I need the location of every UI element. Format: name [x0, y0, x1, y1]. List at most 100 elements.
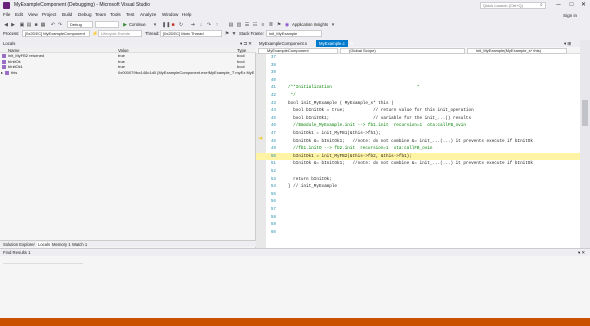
- scrollbar-thumb[interactable]: [582, 100, 588, 126]
- code-line[interactable]: 41 /**Initialization *: [256, 84, 580, 92]
- code-line[interactable]: 54} // init_MyExample: [256, 183, 580, 191]
- code-line[interactable]: 49 //fb1.initO --> fb2.init recursion=1 …: [256, 145, 580, 153]
- locals-header: Locals ▾ ⊐ ✕: [0, 40, 256, 47]
- code-line[interactable]: 52: [256, 168, 580, 176]
- save-icon[interactable]: ■: [33, 22, 39, 28]
- toolbar-icon[interactable]: ▤: [228, 22, 234, 28]
- menu-team[interactable]: Team: [95, 12, 106, 17]
- uncomment-icon[interactable]: ≣: [268, 22, 274, 28]
- filter-icon[interactable]: ▼: [231, 31, 237, 37]
- show-next-statement-icon[interactable]: ➔: [190, 22, 196, 28]
- platform-dropdown[interactable]: [95, 21, 119, 28]
- continue-button[interactable]: Continue: [129, 20, 146, 29]
- expand-icon[interactable]: ▸: [1, 70, 3, 75]
- toolbar-icon-2[interactable]: ▥: [236, 22, 242, 28]
- menu-window[interactable]: Window: [162, 12, 178, 17]
- configuration-dropdown[interactable]: Debug: [67, 21, 93, 28]
- menu-test[interactable]: Test: [126, 12, 134, 17]
- tab-memory-1[interactable]: Memory 1: [52, 242, 71, 247]
- vertical-scrollbar[interactable]: [580, 40, 590, 248]
- flag-icon[interactable]: ⚑: [224, 31, 230, 37]
- code-line[interactable]: 46 //$module_MyExample.init --> fb1.init…: [256, 122, 580, 130]
- menu-analyze[interactable]: Analyze: [140, 12, 156, 17]
- code-line[interactable]: 39: [256, 69, 580, 77]
- code-line[interactable]: 45 bool bInitOk1; // variable for the in…: [256, 115, 580, 123]
- code-editor[interactable]: 37 38 39 40 41/**Initialization * 42 */43 bool…: [256, 54, 580, 248]
- comment-icon[interactable]: ≡: [260, 22, 266, 28]
- dropdown-icon[interactable]: ▾: [152, 22, 158, 28]
- step-over-icon[interactable]: ↷: [206, 22, 212, 28]
- code-line[interactable]: 56: [256, 198, 580, 206]
- locals-row[interactable]: ▸ this 0x000079fcc148c1d0 {MyExampleComp…: [0, 70, 256, 76]
- stop-icon[interactable]: ■: [170, 22, 176, 28]
- menu-file[interactable]: File: [3, 12, 10, 17]
- menu-tools[interactable]: Tools: [110, 12, 121, 17]
- redo-icon[interactable]: ↷: [57, 22, 63, 28]
- toolbar-icon-4[interactable]: ☷: [252, 22, 258, 28]
- menu-build[interactable]: Build: [62, 12, 72, 17]
- menu-help[interactable]: Help: [182, 12, 191, 17]
- undo-icon[interactable]: ↶: [50, 22, 56, 28]
- code-line[interactable]: 43 bool init_MyExample ( MyExample_s* thi…: [256, 100, 580, 108]
- tab-solution-explorer[interactable]: Solution Explorer: [3, 242, 35, 247]
- code-line[interactable]: 55: [256, 191, 580, 199]
- dropdown-icon-2[interactable]: ▾: [330, 22, 336, 28]
- code-line[interactable]: 53 return bInitOk;: [256, 176, 580, 184]
- variable-icon: [5, 70, 9, 75]
- break-all-icon[interactable]: ❚❚: [162, 22, 170, 28]
- step-into-icon[interactable]: ↓: [198, 22, 204, 28]
- code-line[interactable]: 59: [256, 221, 580, 229]
- menu-debug[interactable]: Debug: [78, 12, 92, 17]
- bookmark-icon[interactable]: ⚑: [276, 22, 282, 28]
- tab-locals[interactable]: Locals: [37, 242, 52, 247]
- continue-icon[interactable]: ▶: [122, 22, 128, 28]
- save-all-icon[interactable]: ▦: [40, 22, 46, 28]
- code-line[interactable]: 44 bool bInitOk = true; // return value …: [256, 107, 580, 115]
- sign-in-link[interactable]: Sign in: [563, 13, 577, 18]
- thread-dropdown[interactable]: [0x2DEC] Main Thread: [160, 30, 222, 37]
- title-bar: MyExampleComponent (Debugging) - Microso…: [0, 0, 590, 11]
- app-insights-icon[interactable]: ◉: [284, 22, 290, 28]
- column-type[interactable]: Type: [237, 48, 246, 53]
- open-icon[interactable]: ▤: [26, 22, 32, 28]
- maximize-button[interactable]: □: [566, 1, 577, 10]
- code-line[interactable]: 47 bInitOk1 = init_MyFB1(&this->fb1);: [256, 130, 580, 138]
- column-value[interactable]: Value: [118, 48, 129, 53]
- scope-dropdown[interactable]: (Global Scope): [340, 47, 465, 54]
- step-out-icon[interactable]: ↑: [214, 22, 220, 28]
- code-line[interactable]: 42 */: [256, 92, 580, 100]
- column-name[interactable]: Name: [8, 48, 19, 53]
- toolbar-icon-3[interactable]: ☰: [244, 22, 250, 28]
- menu-edit[interactable]: Edit: [15, 12, 23, 17]
- code-line[interactable]: 38: [256, 62, 580, 70]
- stack-frame-dropdown[interactable]: init_MyExample: [266, 30, 322, 37]
- lifecycle-events-dropdown[interactable]: Lifecycle Events: [98, 30, 142, 37]
- project-dropdown[interactable]: MyExampleComponent: [258, 47, 338, 54]
- tab-myexamplecomponent-s[interactable]: MyExampleComponent.s: [256, 40, 310, 47]
- close-button[interactable]: ✕: [578, 1, 589, 10]
- code-line[interactable]: 60: [256, 229, 580, 237]
- tab-watch-1[interactable]: Watch 1: [72, 242, 87, 247]
- code-line[interactable]: 40: [256, 77, 580, 85]
- code-line[interactable]: 48 bInitOk &= bInitOk1; //note: do not c…: [256, 138, 580, 146]
- locals-panel: Locals ▾ ⊐ ✕ Name Value Type init_MyFB2 …: [0, 40, 256, 248]
- code-line[interactable]: 50 bInitOk1 = init_MyFB2(&this->fb2, &th…: [256, 152, 580, 161]
- process-dropdown[interactable]: [0x2DEC] MyExampleComponent: [22, 30, 90, 37]
- tab-myexample-c[interactable]: MyExample.c: [316, 40, 348, 47]
- panel-pin-icon[interactable]: ▾ ✕: [578, 250, 585, 256]
- code-line[interactable]: 51 bInitOk &= bInitOk1; //note: do not c…: [256, 160, 580, 168]
- forward-icon[interactable]: ▶: [10, 22, 16, 28]
- code-line[interactable]: 37: [256, 54, 580, 62]
- code-line[interactable]: 57: [256, 206, 580, 214]
- minimize-button[interactable]: ─: [553, 1, 564, 10]
- code-line[interactable]: 58: [256, 214, 580, 222]
- member-dropdown[interactable]: init_MyExample(MyExample_s* this): [467, 47, 567, 54]
- menu-view[interactable]: View: [28, 12, 38, 17]
- application-insights-button[interactable]: Application Insights: [292, 20, 328, 29]
- restart-icon[interactable]: ↻: [178, 22, 184, 28]
- line-number: 45: [270, 115, 276, 121]
- new-project-icon[interactable]: ▣: [19, 22, 25, 28]
- quick-launch-input[interactable]: Quick Launch (Ctrl+Q): [480, 2, 546, 9]
- menu-project[interactable]: Project: [42, 12, 56, 17]
- back-icon[interactable]: ◀: [3, 22, 9, 28]
